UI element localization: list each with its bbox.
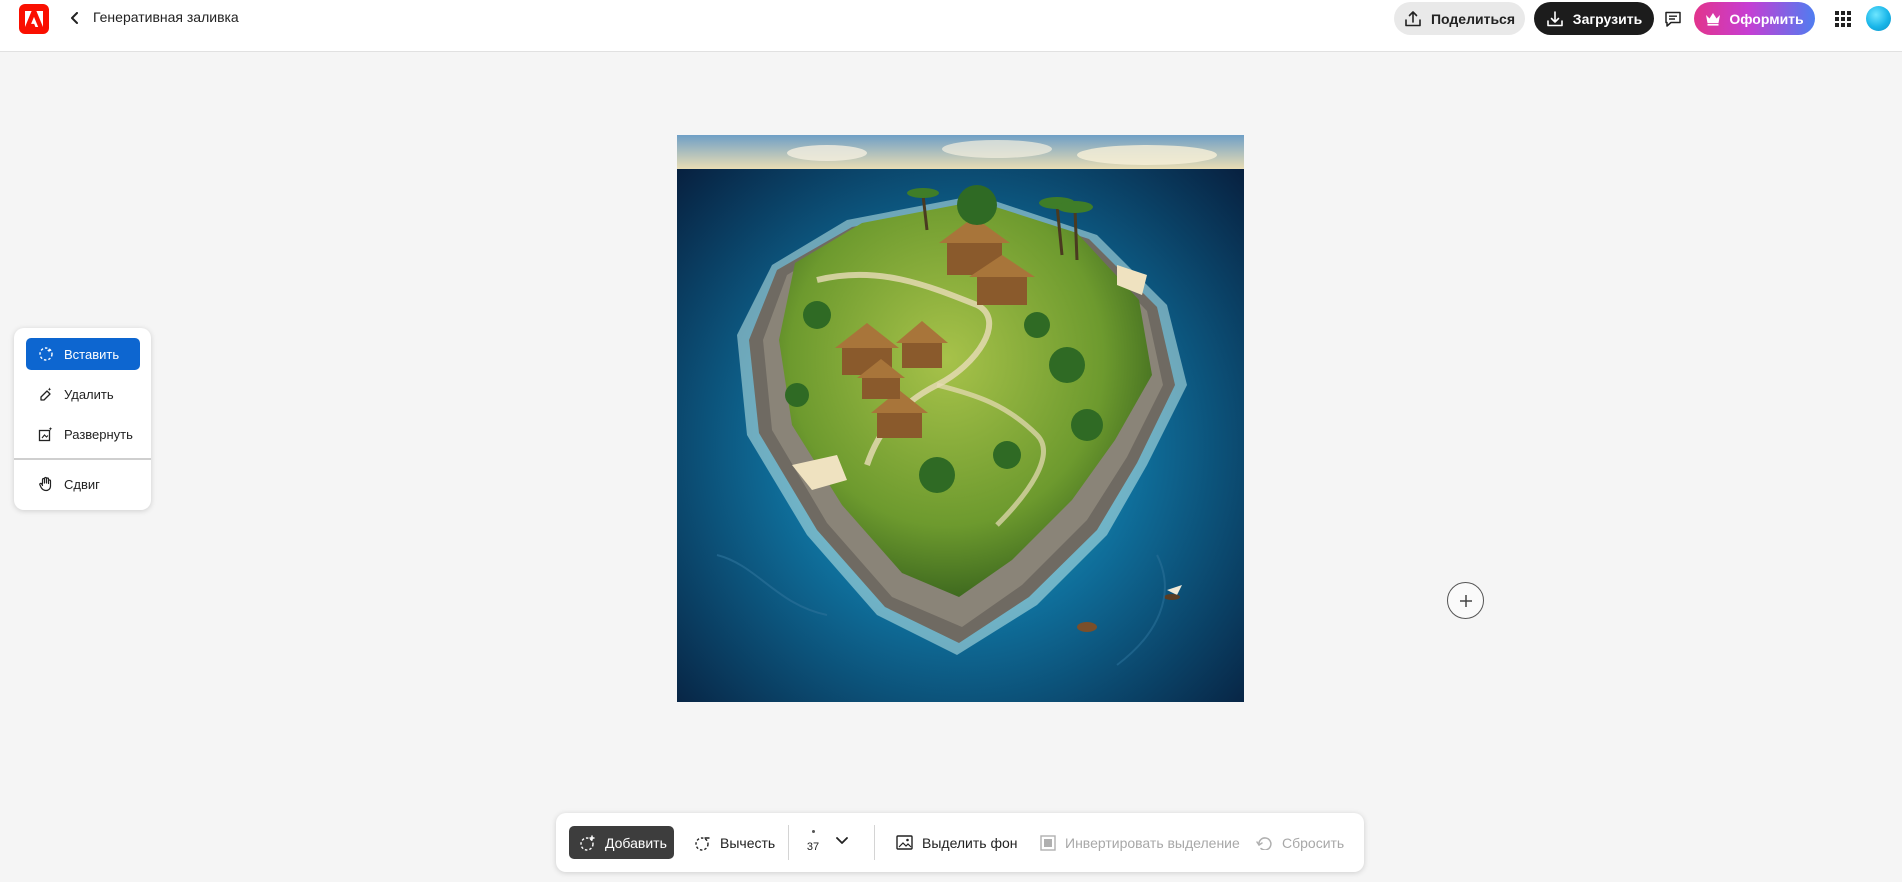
reset-label: Сбросить (1282, 834, 1345, 851)
add-brush-icon (580, 835, 595, 851)
tool-expand[interactable]: Развернуть (26, 418, 140, 450)
subtract-selection-button[interactable]: Вычесть (684, 826, 784, 859)
tool-divider (14, 458, 151, 460)
reset-icon (1256, 836, 1272, 850)
island-illustration (677, 135, 1244, 702)
invert-selection-label: Инвертировать выделение (1065, 834, 1240, 851)
subtract-selection-label: Вычесть (720, 834, 776, 851)
reset-button[interactable]: Сбросить (1256, 826, 1344, 859)
apps-grid-icon[interactable] (1832, 8, 1854, 30)
add-selection-button[interactable]: Добавить (569, 826, 674, 859)
back-arrow-icon[interactable] (66, 8, 84, 28)
tool-insert[interactable]: Вставить (26, 338, 140, 370)
insert-icon (39, 347, 53, 361)
chevron-down-icon[interactable] (834, 833, 850, 849)
select-background-label: Выделить фон (922, 834, 1018, 851)
invert-icon (1040, 834, 1056, 851)
hand-icon (39, 476, 52, 492)
subtract-brush-icon (695, 836, 710, 851)
tool-expand-label: Развернуть (64, 426, 133, 442)
page-title: Генеративная заливка (93, 9, 239, 25)
invert-selection-button[interactable]: Инвертировать выделение (1040, 826, 1240, 859)
share-button[interactable]: Поделиться (1394, 2, 1525, 35)
tool-remove-label: Удалить (64, 386, 114, 402)
tool-insert-label: Вставить (64, 346, 120, 362)
tool-remove[interactable]: Удалить (26, 378, 140, 410)
crown-icon (1706, 12, 1721, 26)
tool-pan-label: Сдвиг (64, 476, 100, 492)
brush-size-control[interactable]: 37 (801, 821, 825, 863)
tool-panel: Вставить Удалить Развернуть Сдвиг (14, 328, 151, 510)
premium-button[interactable]: Оформить (1694, 2, 1815, 35)
comment-icon[interactable] (1662, 8, 1684, 30)
download-label: Загрузить (1572, 10, 1643, 27)
tool-pan[interactable]: Сдвиг (26, 468, 140, 500)
adobe-logo-icon[interactable] (19, 4, 49, 34)
select-background-button[interactable]: Выделить фон (896, 826, 1018, 859)
download-icon (1546, 10, 1563, 26)
share-label: Поделиться (1430, 10, 1516, 27)
download-button[interactable]: Загрузить (1534, 2, 1654, 35)
top-bar: Генеративная заливка Поделиться Загрузит… (0, 0, 1902, 52)
remove-icon (40, 387, 52, 401)
toolbar-divider (874, 825, 875, 860)
premium-label: Оформить (1729, 10, 1804, 27)
image-icon (896, 835, 913, 850)
expand-icon (38, 427, 53, 442)
canvas-image[interactable] (677, 135, 1244, 702)
brush-size-dot-icon (811, 830, 815, 833)
brush-size-value: 37 (806, 841, 820, 853)
selection-toolbar: Добавить Вычесть 37 Выделить фон Инверти… (556, 813, 1364, 872)
add-selection-label: Добавить (605, 834, 667, 851)
share-icon (1405, 10, 1421, 26)
avatar[interactable] (1866, 6, 1891, 31)
toolbar-divider (788, 825, 789, 860)
plus-icon (1459, 594, 1472, 607)
add-generation-button[interactable] (1447, 582, 1484, 619)
